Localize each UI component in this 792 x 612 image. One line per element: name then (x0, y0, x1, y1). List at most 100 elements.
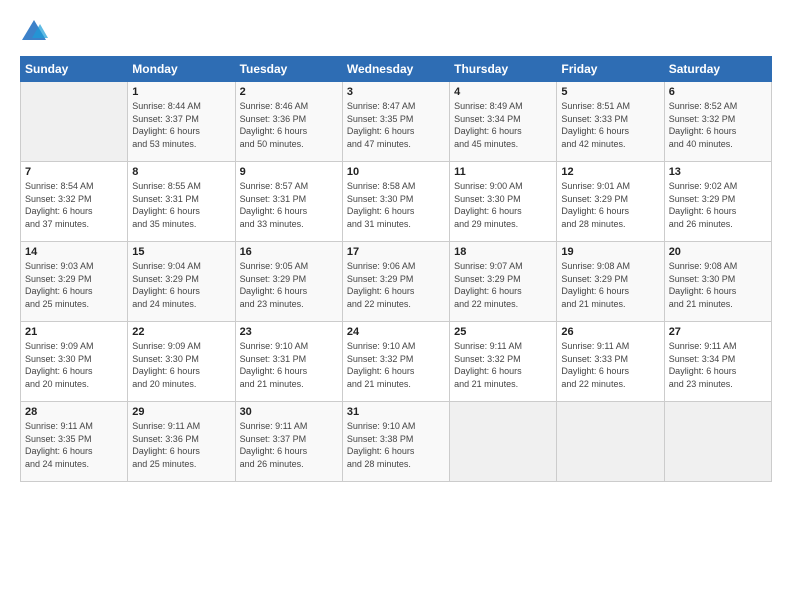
day-number: 9 (240, 166, 338, 178)
calendar-cell: 15 Sunrise: 9:04 AM Sunset: 3:29 PM Dayli… (128, 242, 235, 322)
week-row-5: 28 Sunrise: 9:11 AM Sunset: 3:35 PM Dayli… (21, 402, 772, 482)
calendar-cell: 6 Sunrise: 8:52 AM Sunset: 3:32 PM Daylig… (664, 82, 771, 162)
day-number: 14 (25, 246, 123, 258)
cell-info: Sunrise: 9:11 AM Sunset: 3:34 PM Dayligh… (669, 340, 767, 390)
cell-info: Sunrise: 8:52 AM Sunset: 3:32 PM Dayligh… (669, 100, 767, 150)
week-row-3: 14 Sunrise: 9:03 AM Sunset: 3:29 PM Dayli… (21, 242, 772, 322)
logo-icon (20, 18, 48, 46)
col-header-saturday: Saturday (664, 57, 771, 82)
header (20, 18, 772, 46)
day-number: 31 (347, 406, 445, 418)
cell-info: Sunrise: 8:51 AM Sunset: 3:33 PM Dayligh… (561, 100, 659, 150)
calendar-cell: 27 Sunrise: 9:11 AM Sunset: 3:34 PM Dayli… (664, 322, 771, 402)
col-header-monday: Monday (128, 57, 235, 82)
cell-info: Sunrise: 9:08 AM Sunset: 3:30 PM Dayligh… (669, 260, 767, 310)
cell-info: Sunrise: 8:46 AM Sunset: 3:36 PM Dayligh… (240, 100, 338, 150)
cell-info: Sunrise: 9:08 AM Sunset: 3:29 PM Dayligh… (561, 260, 659, 310)
calendar-cell: 5 Sunrise: 8:51 AM Sunset: 3:33 PM Daylig… (557, 82, 664, 162)
cell-info: Sunrise: 8:47 AM Sunset: 3:35 PM Dayligh… (347, 100, 445, 150)
page: SundayMondayTuesdayWednesdayThursdayFrid… (0, 0, 792, 612)
day-number: 18 (454, 246, 552, 258)
day-number: 1 (132, 86, 230, 98)
calendar-cell: 1 Sunrise: 8:44 AM Sunset: 3:37 PM Daylig… (128, 82, 235, 162)
cell-info: Sunrise: 9:04 AM Sunset: 3:29 PM Dayligh… (132, 260, 230, 310)
calendar-cell: 30 Sunrise: 9:11 AM Sunset: 3:37 PM Dayli… (235, 402, 342, 482)
cell-info: Sunrise: 9:02 AM Sunset: 3:29 PM Dayligh… (669, 180, 767, 230)
day-number: 25 (454, 326, 552, 338)
cell-info: Sunrise: 9:10 AM Sunset: 3:38 PM Dayligh… (347, 420, 445, 470)
cell-info: Sunrise: 9:11 AM Sunset: 3:35 PM Dayligh… (25, 420, 123, 470)
calendar-cell: 13Sunrise: 9:02 AM Sunset: 3:29 PM Dayli… (664, 162, 771, 242)
calendar-cell: 3 Sunrise: 8:47 AM Sunset: 3:35 PM Daylig… (342, 82, 449, 162)
day-number: 19 (561, 246, 659, 258)
calendar-cell: 23 Sunrise: 9:10 AM Sunset: 3:31 PM Dayli… (235, 322, 342, 402)
calendar-cell: 26Sunrise: 9:11 AM Sunset: 3:33 PM Dayli… (557, 322, 664, 402)
col-header-wednesday: Wednesday (342, 57, 449, 82)
day-number: 28 (25, 406, 123, 418)
col-header-friday: Friday (557, 57, 664, 82)
cell-info: Sunrise: 9:10 AM Sunset: 3:31 PM Dayligh… (240, 340, 338, 390)
calendar-cell: 21 Sunrise: 9:09 AM Sunset: 3:30 PM Dayli… (21, 322, 128, 402)
calendar-cell: 10 Sunrise: 8:58 AM Sunset: 3:30 PM Dayli… (342, 162, 449, 242)
cell-info: Sunrise: 9:11 AM Sunset: 3:36 PM Dayligh… (132, 420, 230, 470)
cell-info: Sunrise: 9:03 AM Sunset: 3:29 PM Dayligh… (25, 260, 123, 310)
day-number: 6 (669, 86, 767, 98)
day-number: 16 (240, 246, 338, 258)
cell-info: Sunrise: 9:09 AM Sunset: 3:30 PM Dayligh… (25, 340, 123, 390)
calendar-cell: 9 Sunrise: 8:57 AM Sunset: 3:31 PM Daylig… (235, 162, 342, 242)
calendar-cell: 20 Sunrise: 9:08 AM Sunset: 3:30 PM Dayli… (664, 242, 771, 322)
day-number: 10 (347, 166, 445, 178)
day-number: 20 (669, 246, 767, 258)
calendar-cell: 4Sunrise: 8:49 AM Sunset: 3:34 PM Daylig… (450, 82, 557, 162)
cell-info: Sunrise: 8:58 AM Sunset: 3:30 PM Dayligh… (347, 180, 445, 230)
day-number: 12 (561, 166, 659, 178)
logo (20, 18, 52, 46)
cell-info: Sunrise: 8:49 AM Sunset: 3:34 PM Dayligh… (454, 100, 552, 150)
cell-info: Sunrise: 8:57 AM Sunset: 3:31 PM Dayligh… (240, 180, 338, 230)
calendar-cell (664, 402, 771, 482)
day-number: 23 (240, 326, 338, 338)
calendar-cell: 25 Sunrise: 9:11 AM Sunset: 3:32 PM Dayli… (450, 322, 557, 402)
calendar-cell: 14 Sunrise: 9:03 AM Sunset: 3:29 PM Dayli… (21, 242, 128, 322)
calendar-cell (21, 82, 128, 162)
calendar-cell: 18 Sunrise: 9:07 AM Sunset: 3:29 PM Dayli… (450, 242, 557, 322)
day-number: 15 (132, 246, 230, 258)
day-number: 7 (25, 166, 123, 178)
cell-info: Sunrise: 9:11 AM Sunset: 3:32 PM Dayligh… (454, 340, 552, 390)
day-number: 26 (561, 326, 659, 338)
calendar-cell (450, 402, 557, 482)
day-number: 24 (347, 326, 445, 338)
calendar-cell: 7 Sunrise: 8:54 AM Sunset: 3:32 PM Daylig… (21, 162, 128, 242)
cell-info: Sunrise: 9:00 AM Sunset: 3:30 PM Dayligh… (454, 180, 552, 230)
calendar-cell: 12 Sunrise: 9:01 AM Sunset: 3:29 PM Dayli… (557, 162, 664, 242)
day-number: 22 (132, 326, 230, 338)
cell-info: Sunrise: 9:01 AM Sunset: 3:29 PM Dayligh… (561, 180, 659, 230)
day-number: 21 (25, 326, 123, 338)
calendar-cell: 28 Sunrise: 9:11 AM Sunset: 3:35 PM Dayli… (21, 402, 128, 482)
calendar-cell: 31 Sunrise: 9:10 AM Sunset: 3:38 PM Dayli… (342, 402, 449, 482)
calendar-cell: 8 Sunrise: 8:55 AM Sunset: 3:31 PM Daylig… (128, 162, 235, 242)
calendar-cell: 29 Sunrise: 9:11 AM Sunset: 3:36 PM Dayli… (128, 402, 235, 482)
calendar-cell: 2 Sunrise: 8:46 AM Sunset: 3:36 PM Daylig… (235, 82, 342, 162)
cell-info: Sunrise: 8:55 AM Sunset: 3:31 PM Dayligh… (132, 180, 230, 230)
calendar-cell: 22Sunrise: 9:09 AM Sunset: 3:30 PM Dayli… (128, 322, 235, 402)
day-number: 5 (561, 86, 659, 98)
day-number: 2 (240, 86, 338, 98)
cell-info: Sunrise: 9:11 AM Sunset: 3:37 PM Dayligh… (240, 420, 338, 470)
week-row-2: 7 Sunrise: 8:54 AM Sunset: 3:32 PM Daylig… (21, 162, 772, 242)
day-number: 30 (240, 406, 338, 418)
day-number: 8 (132, 166, 230, 178)
cell-info: Sunrise: 9:05 AM Sunset: 3:29 PM Dayligh… (240, 260, 338, 310)
header-row: SundayMondayTuesdayWednesdayThursdayFrid… (21, 57, 772, 82)
day-number: 29 (132, 406, 230, 418)
calendar-table: SundayMondayTuesdayWednesdayThursdayFrid… (20, 56, 772, 482)
cell-info: Sunrise: 9:07 AM Sunset: 3:29 PM Dayligh… (454, 260, 552, 310)
col-header-thursday: Thursday (450, 57, 557, 82)
day-number: 27 (669, 326, 767, 338)
cell-info: Sunrise: 8:44 AM Sunset: 3:37 PM Dayligh… (132, 100, 230, 150)
day-number: 17 (347, 246, 445, 258)
cell-info: Sunrise: 9:10 AM Sunset: 3:32 PM Dayligh… (347, 340, 445, 390)
calendar-cell: 16 Sunrise: 9:05 AM Sunset: 3:29 PM Dayli… (235, 242, 342, 322)
cell-info: Sunrise: 8:54 AM Sunset: 3:32 PM Dayligh… (25, 180, 123, 230)
day-number: 3 (347, 86, 445, 98)
